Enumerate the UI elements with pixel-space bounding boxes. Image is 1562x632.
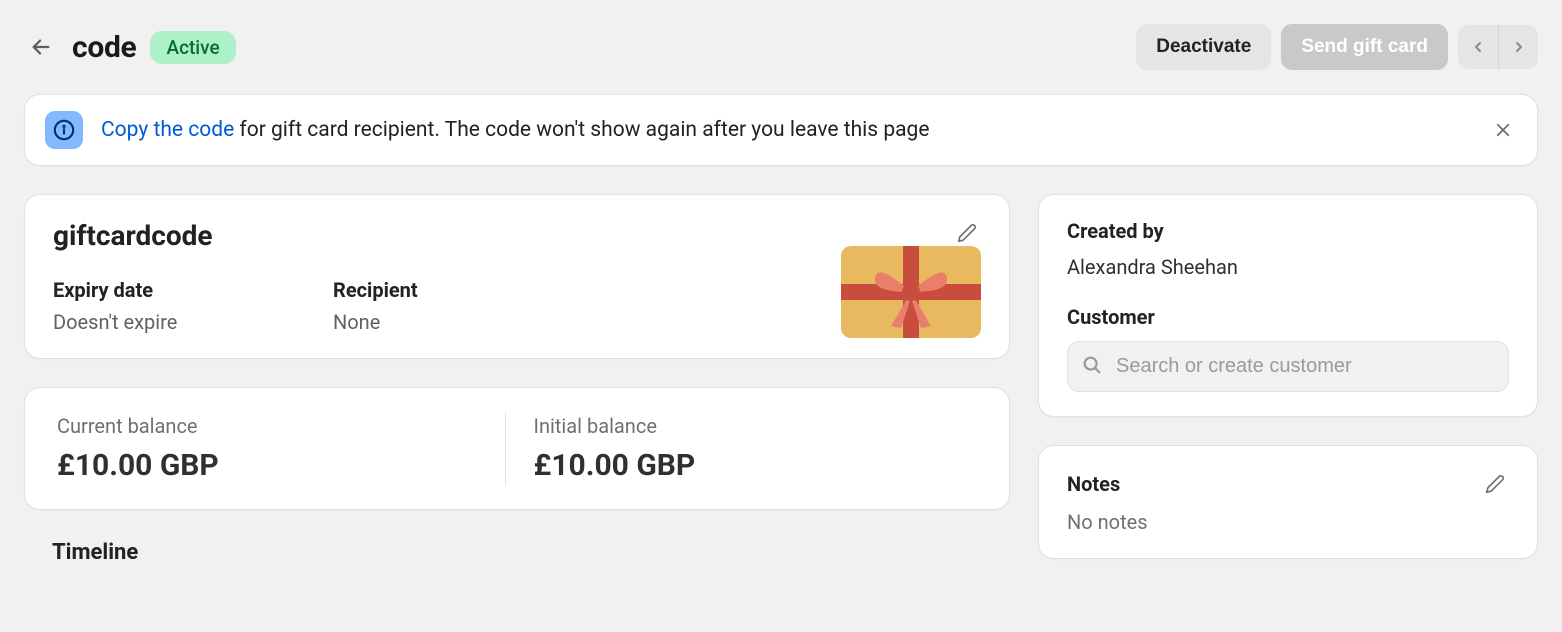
created-by-label: Created by	[1067, 219, 1509, 243]
pencil-icon	[1485, 474, 1505, 494]
recipient-value: None	[333, 310, 613, 334]
customer-search-input[interactable]	[1067, 341, 1509, 392]
initial-balance-value: £10.00 GBP	[534, 448, 978, 483]
recipient-block: Recipient None	[333, 278, 613, 334]
notes-head: Notes	[1067, 470, 1509, 498]
customer-label: Customer	[1067, 305, 1509, 329]
gift-card-icon	[841, 246, 981, 338]
notes-card: Notes No notes	[1038, 445, 1538, 559]
close-icon	[1494, 121, 1512, 139]
expiry-value: Doesn't expire	[53, 310, 333, 334]
recipient-label: Recipient	[333, 278, 613, 302]
chevron-left-icon	[1470, 39, 1486, 55]
arrow-left-icon	[30, 36, 52, 58]
info-banner: Copy the code for gift card recipient. T…	[24, 94, 1538, 166]
side-column: Created by Alexandra Sheehan Customer No…	[1038, 194, 1538, 567]
copy-code-link[interactable]: Copy the code	[101, 118, 234, 142]
gift-card-code-card: giftcardcode Expiry date Doesn't expire …	[24, 194, 1010, 359]
banner-close-button[interactable]	[1489, 116, 1517, 144]
gift-card-code-value: giftcardcode	[53, 219, 213, 252]
pencil-icon	[957, 223, 977, 243]
detail-row: Expiry date Doesn't expire Recipient Non…	[53, 278, 981, 334]
expiry-label: Expiry date	[53, 278, 333, 302]
edit-code-button[interactable]	[953, 219, 981, 247]
header-actions: Deactivate Send gift card	[1136, 24, 1538, 70]
page-header: code Active Deactivate Send gift card	[24, 24, 1538, 70]
pager-next-button[interactable]	[1498, 25, 1538, 69]
deactivate-button[interactable]: Deactivate	[1136, 24, 1271, 70]
customer-search-wrap	[1067, 341, 1509, 392]
expiry-block: Expiry date Doesn't expire	[53, 278, 333, 334]
search-icon	[1081, 354, 1103, 380]
content: giftcardcode Expiry date Doesn't expire …	[24, 194, 1538, 567]
main-column: giftcardcode Expiry date Doesn't expire …	[24, 194, 1010, 567]
notes-value: No notes	[1067, 510, 1509, 534]
info-icon	[45, 111, 83, 149]
header-left: code Active	[24, 30, 236, 65]
initial-balance-block: Initial balance £10.00 GBP	[505, 412, 982, 485]
pager-prev-button[interactable]	[1458, 25, 1498, 69]
back-button[interactable]	[24, 30, 58, 64]
status-badge: Active	[150, 31, 235, 64]
notes-label: Notes	[1067, 472, 1120, 496]
current-balance-block: Current balance £10.00 GBP	[53, 412, 505, 485]
send-gift-card-button[interactable]: Send gift card	[1281, 24, 1448, 70]
chevron-right-icon	[1511, 39, 1527, 55]
edit-notes-button[interactable]	[1481, 470, 1509, 498]
current-balance-label: Current balance	[57, 414, 501, 438]
created-by-value: Alexandra Sheehan	[1067, 255, 1509, 279]
initial-balance-label: Initial balance	[534, 414, 978, 438]
balance-card: Current balance £10.00 GBP Initial balan…	[24, 387, 1010, 510]
timeline-heading: Timeline	[24, 538, 1010, 567]
current-balance-value: £10.00 GBP	[57, 448, 501, 483]
created-by-card: Created by Alexandra Sheehan Customer	[1038, 194, 1538, 417]
page-title: code	[72, 30, 136, 65]
banner-text: Copy the code for gift card recipient. T…	[101, 118, 1471, 142]
banner-rest-text: for gift card recipient. The code won't …	[234, 118, 929, 142]
pager	[1458, 25, 1538, 69]
